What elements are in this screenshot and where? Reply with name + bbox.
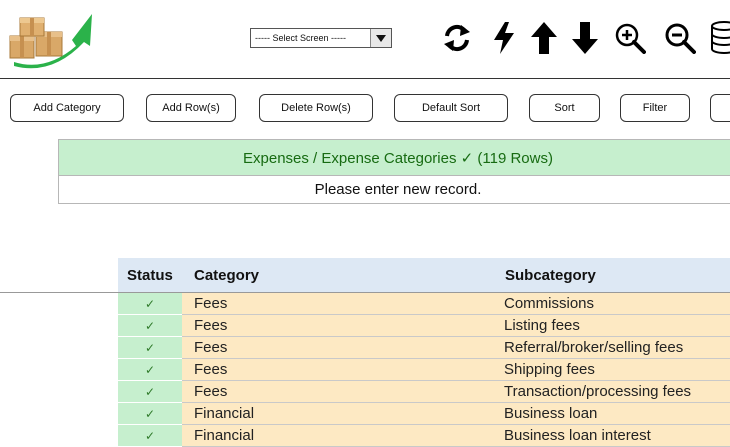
delete-rows-button[interactable]: Delete Row(s) xyxy=(259,94,373,122)
notice-text: Please enter new record. xyxy=(314,181,482,198)
lightning-icon[interactable] xyxy=(487,20,521,56)
subcategory-cell[interactable]: Business loan xyxy=(492,403,730,425)
table-row[interactable]: ✓ Fees Transaction/processing fees xyxy=(118,381,730,403)
column-header-category[interactable]: Category xyxy=(194,258,259,292)
sort-button[interactable]: Sort xyxy=(529,94,600,122)
status-check: ✓ xyxy=(118,337,182,359)
table-row[interactable]: ✓ Fees Referral/broker/selling fees xyxy=(118,337,730,359)
status-check: ✓ xyxy=(118,359,182,381)
subcategory-cell[interactable]: Listing fees xyxy=(492,315,730,337)
column-header-status[interactable]: Status xyxy=(127,258,173,292)
zoom-out-icon[interactable] xyxy=(663,20,697,56)
table-row[interactable]: ✓ Fees Listing fees xyxy=(118,315,730,337)
status-check: ✓ xyxy=(118,315,182,337)
zoom-in-icon[interactable] xyxy=(613,20,647,56)
add-rows-button[interactable]: Add Row(s) xyxy=(146,94,236,122)
refresh-icon[interactable] xyxy=(440,20,474,56)
table-title: Expenses / Expense Categories ✓ (119 Row… xyxy=(243,149,553,167)
select-screen-value: ----- Select Screen ----- xyxy=(255,33,347,43)
category-cell[interactable]: Fees xyxy=(182,337,492,359)
category-cell[interactable]: Fees xyxy=(182,359,492,381)
category-cell[interactable]: Financial xyxy=(182,425,492,447)
new-record-notice: Please enter new record. xyxy=(58,176,730,204)
subcategory-cell[interactable]: Transaction/processing fees xyxy=(492,381,730,403)
table-row[interactable]: ✓ Fees Shipping fees xyxy=(118,359,730,381)
category-cell[interactable]: Fees xyxy=(182,315,492,337)
default-sort-button[interactable]: Default Sort xyxy=(394,94,508,122)
header-divider xyxy=(0,78,730,79)
table-row[interactable]: ✓ Financial Business loan interest xyxy=(118,425,730,447)
status-check: ✓ xyxy=(118,403,182,425)
subcategory-cell[interactable]: Referral/broker/selling fees xyxy=(492,337,730,359)
filter-button[interactable]: Filter xyxy=(620,94,690,122)
database-icon[interactable] xyxy=(710,20,730,56)
arrow-down-icon[interactable] xyxy=(568,20,602,56)
arrow-up-icon[interactable] xyxy=(527,20,561,56)
category-cell[interactable]: Fees xyxy=(182,293,492,315)
select-screen-dropdown[interactable]: ----- Select Screen ----- xyxy=(250,28,392,48)
chevron-down-icon[interactable] xyxy=(370,29,391,47)
more-button[interactable] xyxy=(710,94,730,122)
subcategory-cell[interactable]: Shipping fees xyxy=(492,359,730,381)
status-check: ✓ xyxy=(118,381,182,403)
subcategory-cell[interactable]: Commissions xyxy=(492,293,730,315)
category-cell[interactable]: Financial xyxy=(182,403,492,425)
category-cell[interactable]: Fees xyxy=(182,381,492,403)
table-title-banner: Expenses / Expense Categories ✓ (119 Row… xyxy=(58,139,730,176)
app-logo xyxy=(6,6,98,72)
table-row[interactable]: ✓ Fees Commissions xyxy=(118,293,730,315)
status-check: ✓ xyxy=(118,293,182,315)
status-check: ✓ xyxy=(118,425,182,447)
column-header-subcategory[interactable]: Subcategory xyxy=(505,258,596,292)
table-row[interactable]: ✓ Financial Business loan xyxy=(118,403,730,425)
subcategory-cell[interactable]: Business loan interest xyxy=(492,425,730,447)
add-category-button[interactable]: Add Category xyxy=(10,94,124,122)
table-header: Status Category Subcategory xyxy=(118,258,730,292)
